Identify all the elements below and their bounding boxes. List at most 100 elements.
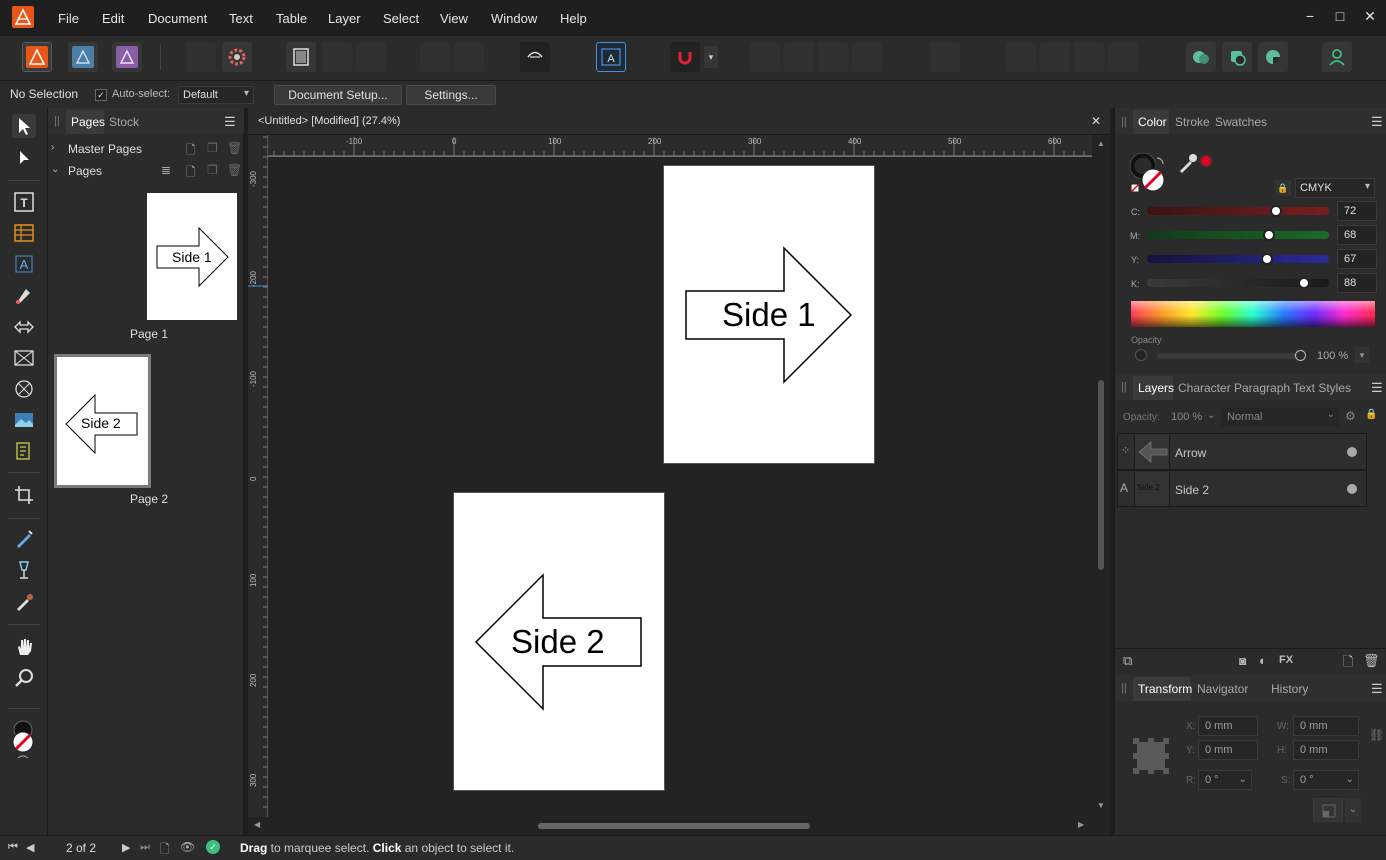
page-options-icon[interactable]: ≣ — [161, 163, 171, 177]
adjustment-icon[interactable]: ◐ — [1259, 653, 1267, 668]
black-slider-knob[interactable] — [1298, 277, 1310, 289]
chevron-down-icon[interactable]: ▾ — [1355, 347, 1369, 363]
magenta-slider[interactable] — [1147, 231, 1329, 239]
boolean-subtract-icon[interactable] — [1222, 42, 1252, 72]
preflight-check-icon[interactable]: ✓ — [206, 840, 220, 854]
tab-text-styles[interactable]: Text Styles — [1293, 381, 1351, 395]
delete-master-icon[interactable]: 🗑 — [227, 141, 242, 155]
app-logo-icon[interactable] — [12, 6, 34, 28]
layer-visibility-icon[interactable] — [1347, 447, 1357, 457]
node-tool-icon[interactable] — [12, 146, 36, 170]
order-backward-icon[interactable] — [784, 42, 814, 72]
photo-persona-icon[interactable] — [112, 42, 142, 72]
tab-history[interactable]: History — [1271, 682, 1308, 696]
crop-tool-icon[interactable] — [12, 483, 36, 507]
minimize-button[interactable]: − — [1300, 8, 1320, 24]
zoom-tool-icon[interactable] — [12, 666, 36, 690]
tab-pages[interactable]: Pages — [71, 115, 105, 129]
pin-icon[interactable] — [420, 42, 450, 72]
order-back-icon[interactable] — [750, 42, 780, 72]
data-merge-tool-icon[interactable] — [12, 439, 36, 463]
table-tool-icon[interactable] — [12, 221, 36, 245]
horizontal-scroll-thumb[interactable] — [538, 823, 810, 829]
page-indicator[interactable]: 2 of 2 — [66, 841, 96, 855]
artistic-text-tool-icon[interactable]: A — [12, 252, 36, 276]
maximize-button[interactable]: □ — [1330, 8, 1350, 24]
page-2[interactable]: Side 2 — [453, 492, 665, 791]
menu-edit[interactable]: Edit — [102, 11, 124, 26]
yellow-value[interactable]: 67 — [1337, 249, 1377, 269]
horizontal-ruler[interactable]: mm -100 0 100 200 300 400 500 600 — [252, 135, 1092, 157]
chevron-down-icon[interactable]: ⌄ — [1345, 798, 1361, 822]
yellow-slider-knob[interactable] — [1261, 253, 1273, 265]
vertical-ruler[interactable]: -300 -200 -100 0 100 200 300 — [248, 135, 268, 817]
rotate-right-icon[interactable] — [1108, 42, 1138, 72]
h-field[interactable]: 0 mm — [1293, 740, 1359, 760]
add-page-icon[interactable]: 🗋 — [186, 163, 196, 184]
fx-icon[interactable]: FX — [1279, 654, 1293, 666]
cyan-slider-knob[interactable] — [1270, 205, 1282, 217]
delete-layer-icon[interactable]: 🗑 — [1363, 653, 1380, 669]
page-2-side-text[interactable]: Side 2 — [511, 623, 605, 661]
color-model-dropdown[interactable]: CMYK ▾ — [1295, 178, 1375, 198]
close-icon[interactable]: ✕ — [1091, 114, 1101, 128]
menu-document[interactable]: Document — [148, 11, 207, 26]
rotate-left-icon[interactable] — [1074, 42, 1104, 72]
w-field[interactable]: 0 mm — [1293, 716, 1359, 736]
settings-button[interactable]: Settings... — [406, 85, 496, 105]
shear-field[interactable]: 0 ° ⌄ — [1293, 770, 1359, 790]
fill-tool-icon[interactable] — [12, 527, 36, 551]
designer-persona-icon[interactable] — [68, 42, 98, 72]
yellow-slider[interactable] — [1147, 255, 1329, 263]
tab-stroke[interactable]: Stroke — [1175, 115, 1210, 129]
add-layer-icon[interactable]: 🗋 — [1343, 653, 1353, 675]
tab-swatches[interactable]: Swatches — [1215, 115, 1267, 129]
black-value[interactable]: 88 — [1337, 273, 1377, 293]
tab-paragraph[interactable]: Paragraph — [1234, 381, 1290, 395]
rotation-field[interactable]: 0 ° ⌄ — [1198, 770, 1252, 790]
tab-transform[interactable]: Transform — [1138, 682, 1192, 696]
add-master-icon[interactable]: 🗋 — [186, 141, 196, 162]
vertical-scroll-thumb[interactable] — [1098, 380, 1104, 570]
lock-icon[interactable]: 🔒 — [1365, 409, 1377, 420]
scroll-up-icon[interactable]: ▲ — [1097, 139, 1105, 148]
scroll-right-icon[interactable]: ▶ — [1078, 820, 1084, 829]
scroll-left-icon[interactable]: ◀ — [254, 820, 260, 829]
page-1-side-text[interactable]: Side 1 — [722, 296, 816, 334]
menu-layer[interactable]: Layer — [328, 11, 361, 26]
chevron-down-icon[interactable]: ⌄ — [1207, 410, 1215, 421]
text-frame-tool-icon[interactable]: T — [12, 190, 36, 214]
chevron-down-icon[interactable]: ⌄ — [51, 164, 59, 175]
align-icon[interactable] — [930, 42, 960, 72]
transparency-brush-icon[interactable] — [12, 558, 36, 582]
x-field[interactable]: 0 mm — [1198, 716, 1258, 736]
page-spread-icon[interactable]: 🗋 — [160, 840, 170, 860]
tab-color[interactable]: Color — [1138, 115, 1167, 129]
frame-text-icon[interactable]: A — [596, 42, 626, 72]
canvas[interactable]: Side 1 Side 2 — [268, 157, 1092, 817]
layer-row-arrow[interactable]: ⁘ Arrow — [1117, 433, 1367, 470]
panel-grip-icon[interactable]: || — [1121, 116, 1127, 128]
menu-table[interactable]: Table — [276, 11, 307, 26]
panel-menu-icon[interactable]: ☰ — [1371, 681, 1383, 697]
order-forward-icon[interactable] — [818, 42, 848, 72]
fill-stroke-selector-icon[interactable] — [1129, 152, 1169, 194]
page-1-thumbnail[interactable]: Side 1 — [147, 193, 237, 320]
mask-icon[interactable]: ◙ — [1239, 654, 1246, 668]
transform-origin-button[interactable] — [1313, 798, 1343, 822]
text-wrap-icon[interactable] — [520, 42, 550, 72]
close-window-button[interactable]: ✕ — [1360, 8, 1380, 25]
flip-horizontal-icon[interactable] — [1006, 42, 1036, 72]
chevron-right-icon[interactable]: › — [51, 142, 54, 153]
fill-stroke-swatch-icon[interactable] — [10, 720, 38, 760]
gear-icon[interactable] — [222, 42, 252, 72]
panel-grip-icon[interactable]: || — [1121, 682, 1127, 694]
hand-tool-icon[interactable] — [12, 635, 36, 659]
opacity-slider-knob[interactable] — [1295, 350, 1306, 361]
auto-select-checkbox[interactable]: ✓ — [95, 89, 107, 101]
ellipse-frame-tool-icon[interactable] — [12, 377, 36, 401]
menu-window[interactable]: Window — [491, 11, 537, 26]
cyan-slider[interactable] — [1147, 207, 1329, 215]
baseline-icon[interactable] — [454, 42, 484, 72]
preview-mode-icon[interactable] — [286, 42, 316, 72]
